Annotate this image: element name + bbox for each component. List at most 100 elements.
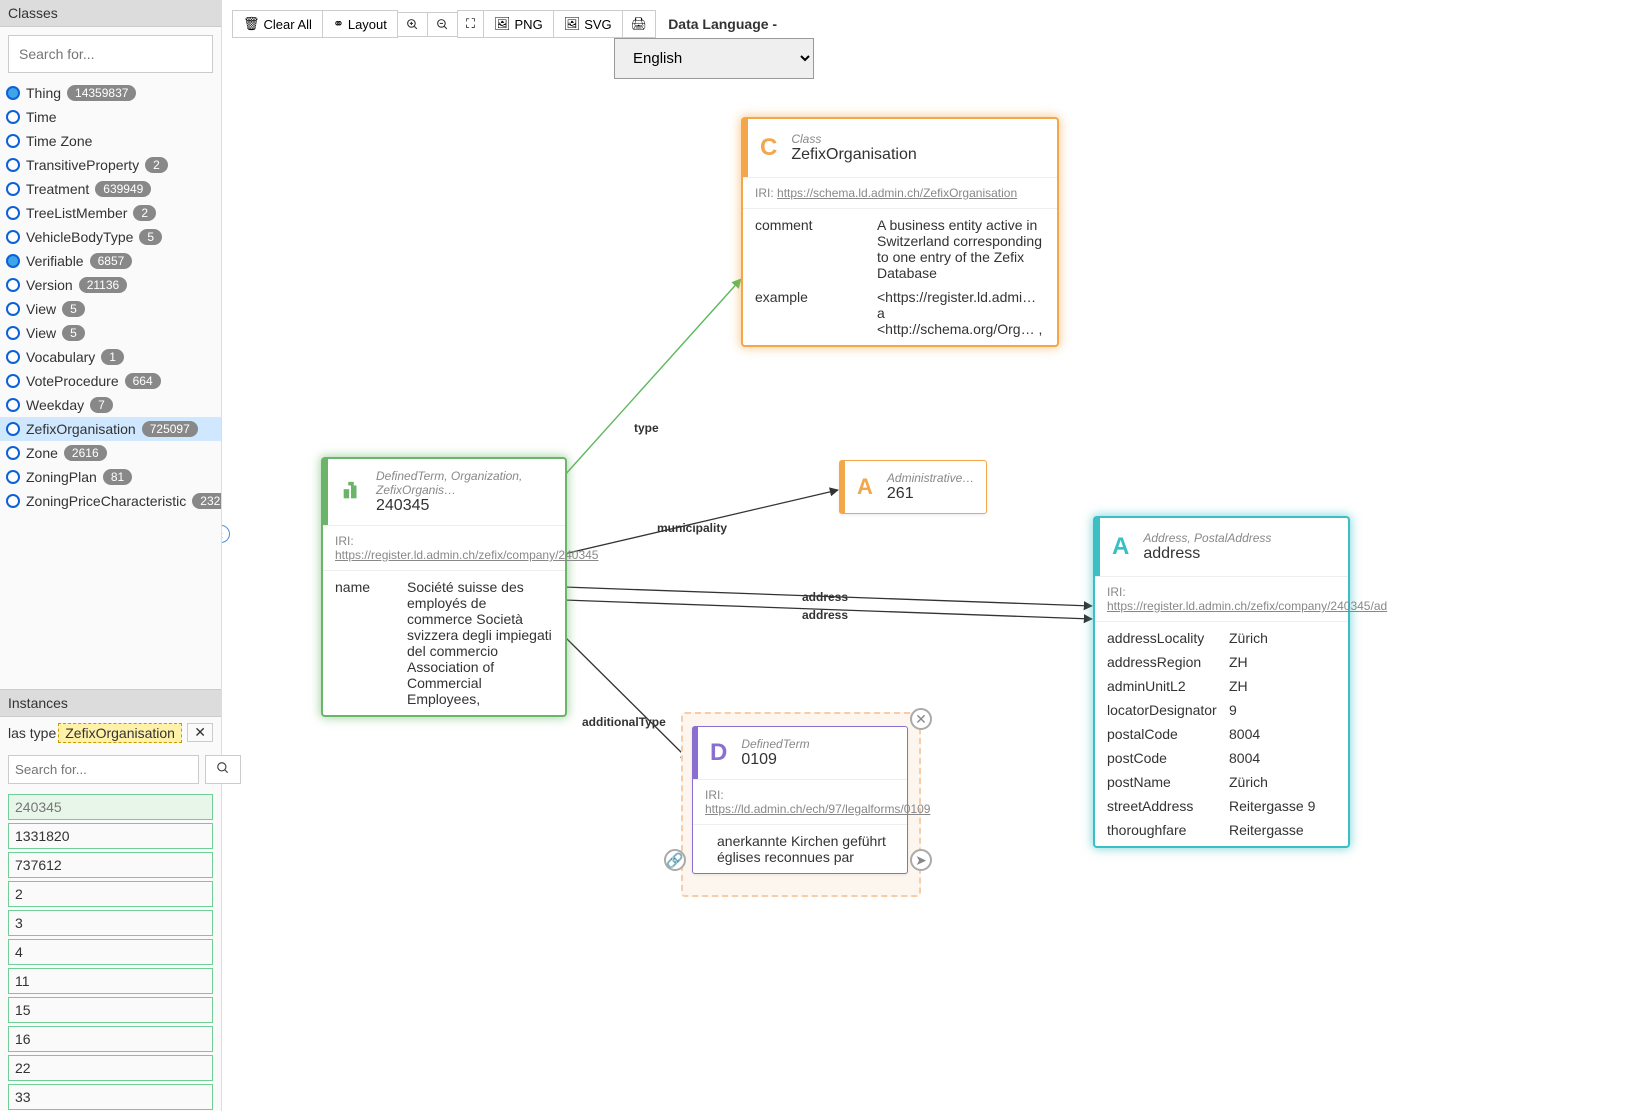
export-svg-button[interactable]: 🖼 SVG <box>553 10 623 38</box>
export-png-button[interactable]: 🖼 PNG <box>483 10 554 38</box>
class-bullet-icon <box>6 326 20 340</box>
class-item[interactable]: Weekday7 <box>0 393 221 417</box>
fit-screen-button[interactable]: ⛶ <box>457 10 484 38</box>
link-icon[interactable]: 🔗 <box>664 849 686 871</box>
iri-link[interactable]: https://register.ld.admin.ch/zefix/compa… <box>335 548 598 562</box>
class-label: Time <box>26 109 57 125</box>
class-count-badge: 14359837 <box>67 85 136 101</box>
instance-item[interactable]: 11 <box>8 968 213 994</box>
class-bullet-icon <box>6 182 20 196</box>
layout-button[interactable]: ⚭ Layout <box>322 10 398 38</box>
class-item[interactable]: TreeListMember2 <box>0 201 221 225</box>
instances-list[interactable]: 240345 1331820 737612 2 3 4 11 15 16 22 33 <box>0 790 221 1111</box>
class-label: Verifiable <box>26 253 84 269</box>
svg-text:address: address <box>802 590 848 604</box>
instance-item[interactable]: 3 <box>8 910 213 936</box>
classes-list[interactable]: Thing 14359837 Time Time Zone TransitiveProp… <box>0 81 221 689</box>
class-count-badge: 81 <box>103 469 132 485</box>
node-class-zefixorganisation[interactable]: C Class ZefixOrganisation IRI: https://s… <box>742 118 1058 346</box>
clear-all-button[interactable]: 🗑 Clear All <box>232 10 323 38</box>
iri-link[interactable]: https://register.ld.admin.ch/zefix/compa… <box>1107 599 1387 613</box>
instance-item[interactable]: 33 <box>8 1084 213 1110</box>
svg-text:address: address <box>802 608 848 622</box>
iri-link[interactable]: https://schema.ld.admin.ch/ZefixOrganisa… <box>777 186 1017 200</box>
data-language-select[interactable]: English <box>614 38 814 79</box>
class-label: Zone <box>26 445 58 461</box>
classes-search-input[interactable] <box>8 35 213 73</box>
class-item[interactable]: ZefixOrganisation725097 <box>0 417 221 441</box>
node-municipality-261[interactable]: A Administrative… 261 <box>839 460 987 514</box>
class-item[interactable]: Verifiable6857 <box>0 249 221 273</box>
trash-icon: 🗑 <box>243 16 260 32</box>
canvas-area[interactable]: ‹ 🗑 Clear All ⚭ Layout ⛶ 🖼 PNG <box>222 0 1652 1111</box>
class-label: TransitiveProperty <box>26 157 139 173</box>
node-title: 240345 <box>376 497 553 515</box>
instance-item[interactable]: 2 <box>8 881 213 907</box>
image-icon: 🖼 <box>564 16 581 32</box>
class-item[interactable]: Vocabulary1 <box>0 345 221 369</box>
class-label: Thing <box>26 85 61 101</box>
class-item[interactable]: View5 <box>0 321 221 345</box>
class-bullet-icon <box>6 158 20 172</box>
node-entity-240345[interactable]: DefinedTerm, Organization, ZefixOrganis…… <box>322 458 566 716</box>
class-item[interactable]: VehicleBodyType5 <box>0 225 221 249</box>
sidebar: Classes Thing14359837TimeTime ZoneTransi… <box>0 0 222 1111</box>
remove-filter-button[interactable]: ✕ <box>187 723 213 742</box>
instances-panel: Instances las type ZefixOrganisation ✕ 2… <box>0 689 221 1111</box>
class-item[interactable]: ZoningPlan81 <box>0 465 221 489</box>
class-item[interactable]: Time <box>0 105 221 129</box>
node-types: Address, PostalAddress <box>1143 531 1271 545</box>
svg-text:type: type <box>634 421 659 435</box>
class-count-badge: 21136 <box>79 277 127 293</box>
class-count-badge: 2 <box>145 157 168 173</box>
instance-item[interactable]: 15 <box>8 997 213 1023</box>
class-count-badge: 2326 <box>192 493 221 509</box>
instance-item[interactable]: 4 <box>8 939 213 965</box>
class-bullet-icon <box>6 422 20 436</box>
instance-item[interactable]: 1331820 <box>8 823 213 849</box>
svg-text:additionalType: additionalType <box>582 715 666 729</box>
instance-item[interactable]: 737612 <box>8 852 213 878</box>
class-item[interactable]: TransitiveProperty 2 <box>0 153 221 177</box>
class-label: TreeListMember <box>26 205 127 221</box>
print-button[interactable]: 🖨 <box>622 10 657 38</box>
toolbar: 🗑 Clear All ⚭ Layout ⛶ 🖼 PNG 🖼 <box>222 0 1652 48</box>
zoom-out-button[interactable] <box>427 12 458 37</box>
class-item[interactable]: Treatment639949 <box>0 177 221 201</box>
iri-link[interactable]: https://ld.admin.ch/ech/97/legalforms/01… <box>705 802 930 816</box>
class-count-badge: 5 <box>62 325 85 341</box>
class-count-badge: 5 <box>62 301 85 317</box>
node-types: DefinedTerm, Organization, ZefixOrganis… <box>376 469 553 497</box>
definedterm-glyph: D <box>710 739 727 767</box>
close-node-button[interactable]: ✕ <box>910 708 932 730</box>
class-item[interactable]: Version21136 <box>0 273 221 297</box>
class-label: Weekday <box>26 397 84 413</box>
node-title: 0109 <box>741 751 809 769</box>
class-item[interactable]: VoteProcedure664 <box>0 369 221 393</box>
instance-item[interactable]: 22 <box>8 1055 213 1081</box>
class-item[interactable]: View5 <box>0 297 221 321</box>
instances-search-input[interactable] <box>8 755 199 784</box>
class-bullet-icon <box>6 254 20 268</box>
company-icon <box>340 480 362 505</box>
class-count-badge: 664 <box>125 373 161 389</box>
class-item[interactable]: Time Zone <box>0 129 221 153</box>
class-count-badge: 639949 <box>95 181 151 197</box>
navigate-icon[interactable]: ➤ <box>910 849 932 871</box>
class-bullet-icon <box>6 446 20 460</box>
class-item[interactable]: Zone2616 <box>0 441 221 465</box>
node-types: DefinedTerm <box>741 737 809 751</box>
zoom-in-button[interactable] <box>397 12 428 37</box>
instance-item[interactable]: 240345 <box>8 794 213 820</box>
node-definedterm-0109[interactable]: D DefinedTerm 0109 IRI: https://ld.admin… <box>692 726 908 874</box>
class-item[interactable]: Thing 14359837 <box>0 81 221 105</box>
class-label: Time Zone <box>26 133 92 149</box>
node-address[interactable]: A Address, PostalAddress address IRI: ht… <box>1094 517 1349 847</box>
iri-label: IRI: <box>335 534 354 548</box>
filter-class-chip[interactable]: ZefixOrganisation <box>58 723 182 743</box>
instance-item[interactable]: 16 <box>8 1026 213 1052</box>
class-count-badge: 5 <box>139 229 162 245</box>
collapse-sidebar-button[interactable]: ‹ <box>222 525 230 543</box>
class-item[interactable]: ZoningPriceCharacteristic2326 <box>0 489 221 513</box>
class-label: Vocabulary <box>26 349 95 365</box>
